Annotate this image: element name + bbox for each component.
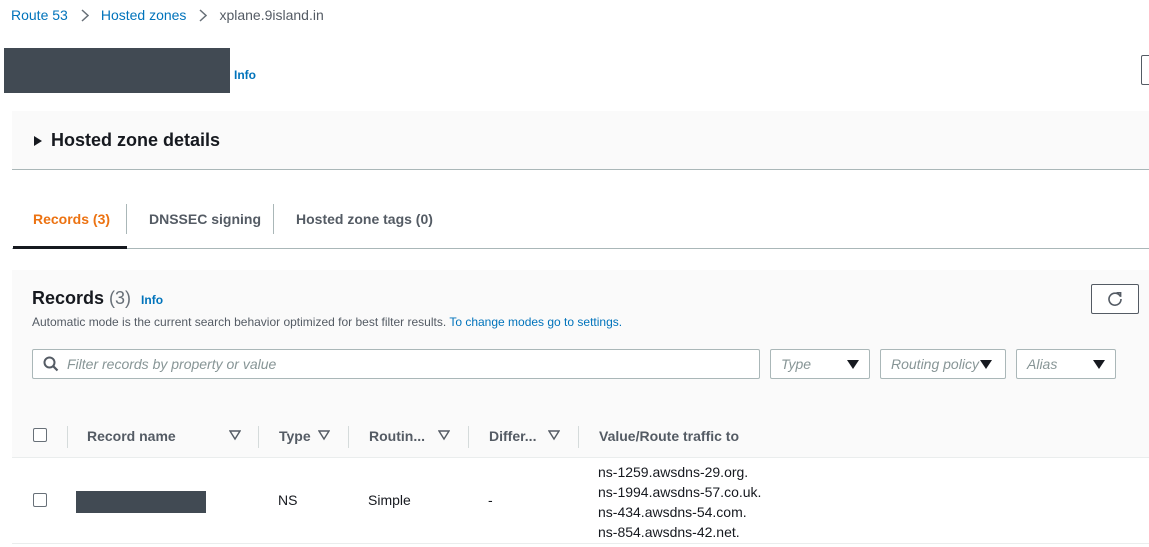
caret-down-icon bbox=[847, 359, 859, 369]
records-description: Automatic mode is the current search beh… bbox=[32, 315, 622, 329]
chevron-right-icon bbox=[81, 8, 89, 22]
records-heading: Records (3) Info bbox=[32, 288, 163, 309]
alias-filter-select[interactable]: Alias bbox=[1016, 349, 1116, 379]
caret-down-icon bbox=[1093, 359, 1105, 369]
record-values: ns-1259.awsdns-29.org. ns-1994.awsdns-57… bbox=[598, 462, 761, 542]
refresh-button[interactable] bbox=[1091, 284, 1139, 314]
page-title-redacted bbox=[4, 48, 230, 93]
column-divider bbox=[67, 426, 68, 448]
column-divider bbox=[468, 426, 469, 448]
sort-icon[interactable] bbox=[229, 429, 241, 441]
type-filter-label: Type bbox=[781, 356, 812, 372]
chevron-right-icon bbox=[199, 8, 208, 22]
column-header-differentiator[interactable]: Differ... bbox=[489, 414, 536, 458]
sort-icon[interactable] bbox=[548, 429, 560, 441]
records-count: (3) bbox=[109, 288, 132, 308]
tab-dnssec-signing[interactable]: DNSSEC signing bbox=[149, 190, 261, 248]
search-input[interactable] bbox=[67, 356, 707, 372]
records-info-link[interactable]: Info bbox=[141, 293, 163, 307]
breadcrumb-hosted-zones[interactable]: Hosted zones bbox=[101, 7, 187, 23]
routing-policy-filter-select[interactable]: Routing policy bbox=[880, 349, 1006, 379]
caret-down-icon bbox=[980, 359, 992, 369]
hosted-zone-details-panel: Hosted zone details bbox=[12, 111, 1149, 170]
record-differentiator: - bbox=[488, 492, 493, 508]
tab-divider bbox=[273, 204, 274, 234]
breadcrumb: Route 53 Hosted zones xplane.9island.in bbox=[11, 6, 324, 24]
search-icon bbox=[43, 356, 59, 372]
type-filter-select[interactable]: Type bbox=[770, 349, 870, 379]
alias-filter-label: Alias bbox=[1027, 356, 1058, 372]
hosted-zone-details-toggle[interactable]: Hosted zone details bbox=[34, 130, 220, 151]
column-header-record-name[interactable]: Record name bbox=[87, 414, 176, 458]
breadcrumb-route53[interactable]: Route 53 bbox=[11, 7, 68, 23]
sort-icon[interactable] bbox=[438, 429, 450, 441]
column-header-value: Value/Route traffic to bbox=[599, 428, 740, 444]
settings-link[interactable]: To change modes go to settings. bbox=[449, 315, 622, 329]
record-name-redacted bbox=[76, 491, 206, 513]
routing-policy-filter-label: Routing policy bbox=[891, 356, 979, 372]
record-value: ns-434.awsdns-54.com. bbox=[598, 504, 747, 520]
record-value: ns-1259.awsdns-29.org. bbox=[598, 464, 749, 480]
column-header-routing[interactable]: Routin... bbox=[369, 414, 425, 458]
column-divider bbox=[578, 426, 579, 448]
column-header-type[interactable]: Type bbox=[279, 414, 311, 458]
search-mode-text: Automatic mode is the current search beh… bbox=[32, 315, 447, 329]
column-divider bbox=[258, 426, 259, 448]
active-tab-indicator bbox=[13, 246, 127, 249]
tab-records[interactable]: Records (3) bbox=[33, 190, 110, 248]
breadcrumb-current: xplane.9island.in bbox=[219, 7, 324, 23]
hosted-zone-details-title: Hosted zone details bbox=[51, 130, 221, 150]
tabs: Records (3) DNSSEC signing Hosted zone t… bbox=[12, 190, 1149, 249]
tab-hosted-zone-tags[interactable]: Hosted zone tags (0) bbox=[296, 190, 433, 248]
header-action-button[interactable] bbox=[1141, 55, 1149, 85]
records-header bbox=[12, 270, 1149, 414]
records-container: Records (3) Info Automatic mode is the c… bbox=[12, 270, 1149, 547]
caret-right-icon bbox=[34, 135, 42, 146]
column-divider bbox=[348, 426, 349, 448]
record-value: ns-854.awsdns-42.net. bbox=[598, 524, 740, 540]
select-all-checkbox[interactable] bbox=[33, 428, 47, 442]
search-box[interactable] bbox=[32, 349, 760, 379]
table-header: Record name Type Routin... Differ... Val… bbox=[12, 414, 1149, 458]
sort-icon[interactable] bbox=[318, 429, 330, 441]
record-type: NS bbox=[278, 492, 298, 508]
records-title: Records bbox=[32, 288, 105, 308]
tab-divider bbox=[126, 204, 127, 234]
row-checkbox[interactable] bbox=[33, 493, 47, 507]
table-row[interactable]: NS Simple - ns-1259.awsdns-29.org. ns-19… bbox=[12, 458, 1149, 544]
record-value: ns-1994.awsdns-57.co.uk. bbox=[598, 484, 762, 500]
refresh-icon bbox=[1108, 292, 1122, 306]
page-info-link[interactable]: Info bbox=[234, 68, 256, 82]
record-routing-policy: Simple bbox=[368, 492, 411, 508]
